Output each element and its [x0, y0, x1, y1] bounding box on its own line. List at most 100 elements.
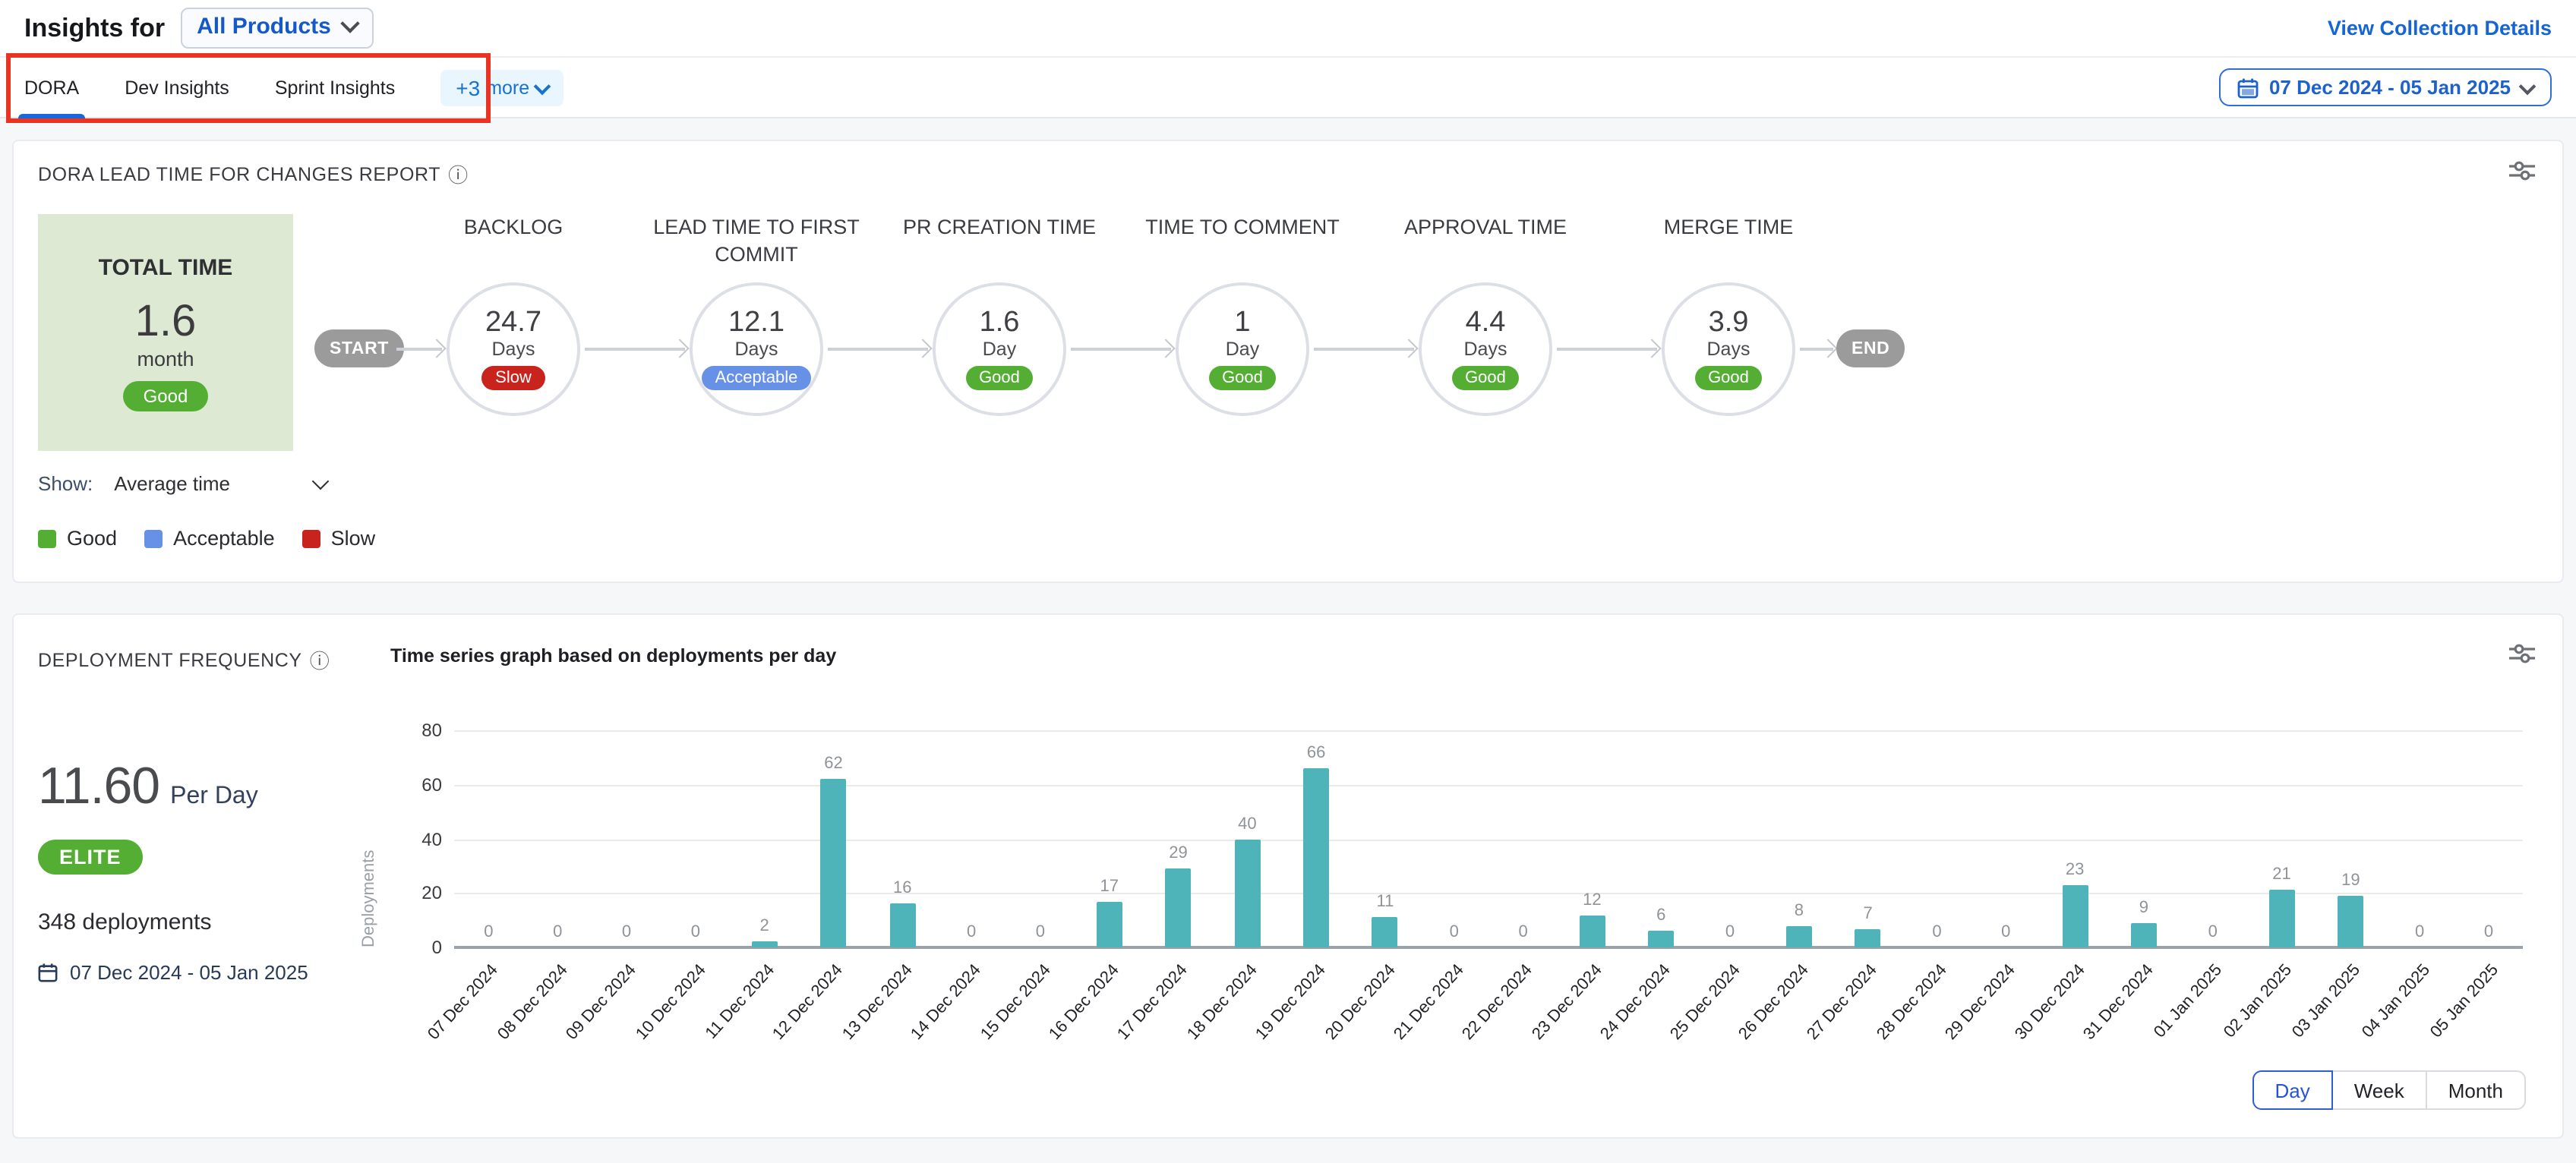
stage-circle: 12.1DaysAcceptable [690, 282, 823, 416]
lead-time-card-title: DORA LEAD TIME FOR CHANGES REPORT ⓘ [38, 159, 469, 188]
stage-unit: Days [1464, 339, 1507, 360]
tab-dev-insights[interactable]: Dev Insights [125, 58, 229, 117]
y-axis-tick: 60 [393, 774, 442, 796]
x-axis-cell: 11 Dec 2024 [730, 955, 799, 1058]
dashboard-page: Insights for All Products View Collectio… [0, 0, 2576, 1163]
chart-x-axis-labels: 07 Dec 202408 Dec 202409 Dec 202410 Dec … [454, 955, 2523, 1058]
bar-value-label: 17 [1100, 877, 1119, 895]
deployments-total: 348 deployments [38, 909, 212, 935]
x-axis-cell: 12 Dec 2024 [799, 955, 868, 1058]
bar-column: 0 [2178, 730, 2247, 947]
bar-value-label: 62 [824, 755, 843, 773]
bar [1372, 918, 1398, 947]
product-selector-value: All Products [197, 14, 331, 39]
x-axis-cell: 25 Dec 2024 [1696, 955, 1765, 1058]
bar-column: 8 [1764, 730, 1833, 947]
stage-rating-badge: Slow [481, 366, 545, 390]
more-tabs-button[interactable]: +3 more [440, 69, 563, 106]
bar-column: 40 [1213, 730, 1282, 947]
stage-value: 4.4 [1466, 308, 1506, 339]
bar-value-label: 0 [2001, 923, 2010, 941]
x-axis-cell: 09 Dec 2024 [592, 955, 661, 1058]
stage-rating-badge: Good [1451, 366, 1520, 390]
legend-label: Good [67, 527, 117, 550]
toggle-day-button[interactable]: Day [2252, 1070, 2332, 1110]
date-range-picker[interactable]: 07 Dec 2024 - 05 Jan 2025 [2219, 68, 2552, 106]
x-axis-cell: 26 Dec 2024 [1764, 955, 1833, 1058]
tab-label: DORA [24, 77, 79, 98]
date-range-value: 07 Dec 2024 - 05 Jan 2025 [2269, 76, 2511, 99]
x-axis-cell: 08 Dec 2024 [523, 955, 592, 1058]
info-icon[interactable]: ⓘ [448, 159, 469, 188]
bar-column: 0 [1971, 730, 2041, 947]
arrow-head-icon [1642, 339, 1661, 358]
x-axis-cell: 22 Dec 2024 [1488, 955, 1558, 1058]
flow-stage-approval-time: APPROVAL TIME4.4DaysGood [1372, 214, 1599, 278]
chevron-down-icon [2519, 77, 2537, 95]
tab-sprint-insights[interactable]: Sprint Insights [275, 58, 395, 117]
x-axis-cell: 05 Jan 2025 [2454, 955, 2524, 1058]
show-metric-dropdown[interactable]: Show: Average time [38, 472, 327, 495]
x-axis-cell: 02 Jan 2025 [2247, 955, 2316, 1058]
stage-name: APPROVAL TIME [1372, 214, 1599, 278]
legend-label: Slow [331, 527, 376, 550]
bar-value-label: 66 [1307, 744, 1326, 762]
flow-stage-lead-time-to-first-commit: LEAD TIME TO FIRST COMMIT12.1DaysAccepta… [642, 214, 870, 278]
x-axis-cell: 13 Dec 2024 [868, 955, 937, 1058]
bar-value-label: 0 [553, 923, 562, 941]
bar-column: 62 [799, 730, 868, 947]
performance-tier-badge: ELITE [38, 840, 143, 875]
bar-value-label: 0 [1450, 923, 1459, 941]
y-axis-tick: 40 [393, 828, 442, 849]
y-axis-tick: 80 [393, 720, 442, 741]
stage-circle: 24.7DaysSlow [447, 282, 580, 416]
calendar-icon [2237, 77, 2259, 98]
y-axis-tick: 0 [393, 937, 442, 958]
bar-value-label: 0 [691, 923, 700, 941]
bar [1786, 925, 1812, 947]
stage-unit: Day [983, 339, 1016, 360]
bar-column: 6 [1627, 730, 1696, 947]
bar-value-label: 6 [1656, 907, 1665, 925]
toggle-week-button[interactable]: Week [2331, 1070, 2427, 1110]
x-axis-cell: 07 Dec 2024 [454, 955, 523, 1058]
bar-value-label: 19 [2341, 871, 2360, 890]
calendar-icon [38, 963, 58, 982]
bar-value-label: 12 [1583, 890, 1602, 909]
toggle-month-button[interactable]: Month [2426, 1070, 2526, 1110]
tabs-bar: DORADev InsightsSprint Insights +3 more … [0, 56, 2576, 118]
x-axis-cell: 20 Dec 2024 [1351, 955, 1420, 1058]
bar-column: 0 [1419, 730, 1488, 947]
bar-column: 16 [868, 730, 937, 947]
x-axis-cell: 01 Jan 2025 [2178, 955, 2247, 1058]
legend-label: Acceptable [173, 527, 275, 550]
bar-column: 19 [2316, 730, 2385, 947]
show-label: Show: [38, 472, 93, 495]
stage-unit: Days [1707, 339, 1750, 360]
product-selector-dropdown[interactable]: All Products [180, 8, 374, 49]
view-collection-details-link[interactable]: View Collection Details [2328, 17, 2552, 39]
bar [1097, 901, 1122, 947]
bar-value-label: 7 [1864, 904, 1873, 922]
bar-column: 29 [1144, 730, 1213, 947]
x-axis-cell: 03 Jan 2025 [2316, 955, 2385, 1058]
tab-dora[interactable]: DORA [24, 58, 79, 117]
bar-value-label: 0 [1932, 923, 1941, 941]
x-axis-cell: 31 Dec 2024 [2110, 955, 2179, 1058]
bar-value-label: 2 [760, 918, 769, 936]
show-value: Average time [114, 472, 230, 495]
x-axis-cell: 28 Dec 2024 [1902, 955, 1971, 1058]
active-tab-underline [18, 114, 85, 118]
arrow-head-icon [1818, 339, 1837, 358]
chart-settings-icon[interactable] [2509, 642, 2535, 673]
stage-circle: 1DayGood [1176, 282, 1309, 416]
chart-settings-icon[interactable] [2509, 159, 2535, 190]
info-icon[interactable]: ⓘ [310, 645, 330, 674]
bar-column: 0 [661, 730, 730, 947]
chart-title: Time series graph based on deployments p… [390, 645, 836, 667]
stage-name: TIME TO COMMENT [1129, 214, 1356, 278]
flow-stage-backlog: BACKLOG24.7DaysSlow [399, 214, 627, 278]
x-axis-cell: 15 Dec 2024 [1006, 955, 1075, 1058]
bar-value-label: 0 [1036, 923, 1045, 941]
tab-label: Dev Insights [125, 77, 229, 98]
